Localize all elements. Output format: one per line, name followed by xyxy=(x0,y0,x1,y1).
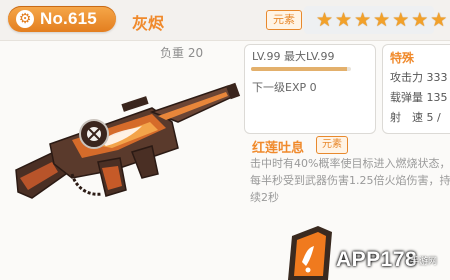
skill-title: 红莲吐息 xyxy=(252,141,305,156)
special-title: 特殊 xyxy=(390,51,415,65)
flame-rifle-icon xyxy=(15,82,241,199)
exp-progress-fill xyxy=(251,67,347,71)
stat-row: 攻击力 333 xyxy=(390,69,448,85)
next-level-exp: 下一级EXP 0 xyxy=(252,81,317,94)
star-icon: ★ xyxy=(335,8,353,31)
weapon-detail-screen: ⚙ No.615 灰烬 元素 ★ ★ ★ ★ ★ ★ ★ 负重 20 LV.99 最 xyxy=(0,0,450,280)
stat-value: 135 xyxy=(426,91,448,104)
level-panel: LV.99 最大LV.99 下一级EXP 0 xyxy=(244,44,376,134)
star-icon: ★ xyxy=(316,8,334,31)
element-tag: 元素 xyxy=(266,10,302,30)
phone-logo-icon xyxy=(288,226,332,280)
star-rating: ★ ★ ★ ★ ★ ★ ★ xyxy=(304,6,447,34)
weapon-name: 灰烬 xyxy=(132,14,165,33)
skill-description: 击中时有40%概率使目标进入燃烧状态，每半秒受到武器伤害1.25倍火焰伤害，持续… xyxy=(250,157,450,204)
watermark-subtext: 手游网 xyxy=(410,257,438,267)
stat-row: 射 速 5 / xyxy=(390,109,441,125)
star-icon: ★ xyxy=(411,8,429,31)
star-icon: ★ xyxy=(373,8,391,31)
stat-value: 5 / xyxy=(426,111,441,124)
special-stats-panel: 特殊 攻击力 333 载弹量 135 射 速 5 / xyxy=(382,44,450,134)
weapon-load: 负重 20 xyxy=(160,46,204,60)
skill-element-tag: 元素 xyxy=(316,136,348,154)
stat-label: 载弹量 xyxy=(390,91,423,104)
watermark-text: APP178 xyxy=(336,248,418,271)
star-icon: ★ xyxy=(354,8,372,31)
star-icon: ★ xyxy=(430,8,448,31)
stat-value: 333 xyxy=(426,71,448,84)
stat-label: 射 速 xyxy=(390,111,423,124)
level-text: LV.99 最大LV.99 xyxy=(252,50,335,63)
header-bar: ⚙ No.615 灰烬 元素 ★ ★ ★ ★ ★ ★ ★ xyxy=(0,0,450,41)
weapon-number-badge: ⚙ No.615 xyxy=(8,6,116,32)
stat-label: 攻击力 xyxy=(390,71,423,84)
weapon-number: No.615 xyxy=(40,9,97,28)
gear-icon: ⚙ xyxy=(16,10,34,28)
stat-row: 载弹量 135 xyxy=(390,89,448,105)
star-icon: ★ xyxy=(392,8,410,31)
exp-progress-bar xyxy=(251,67,351,71)
